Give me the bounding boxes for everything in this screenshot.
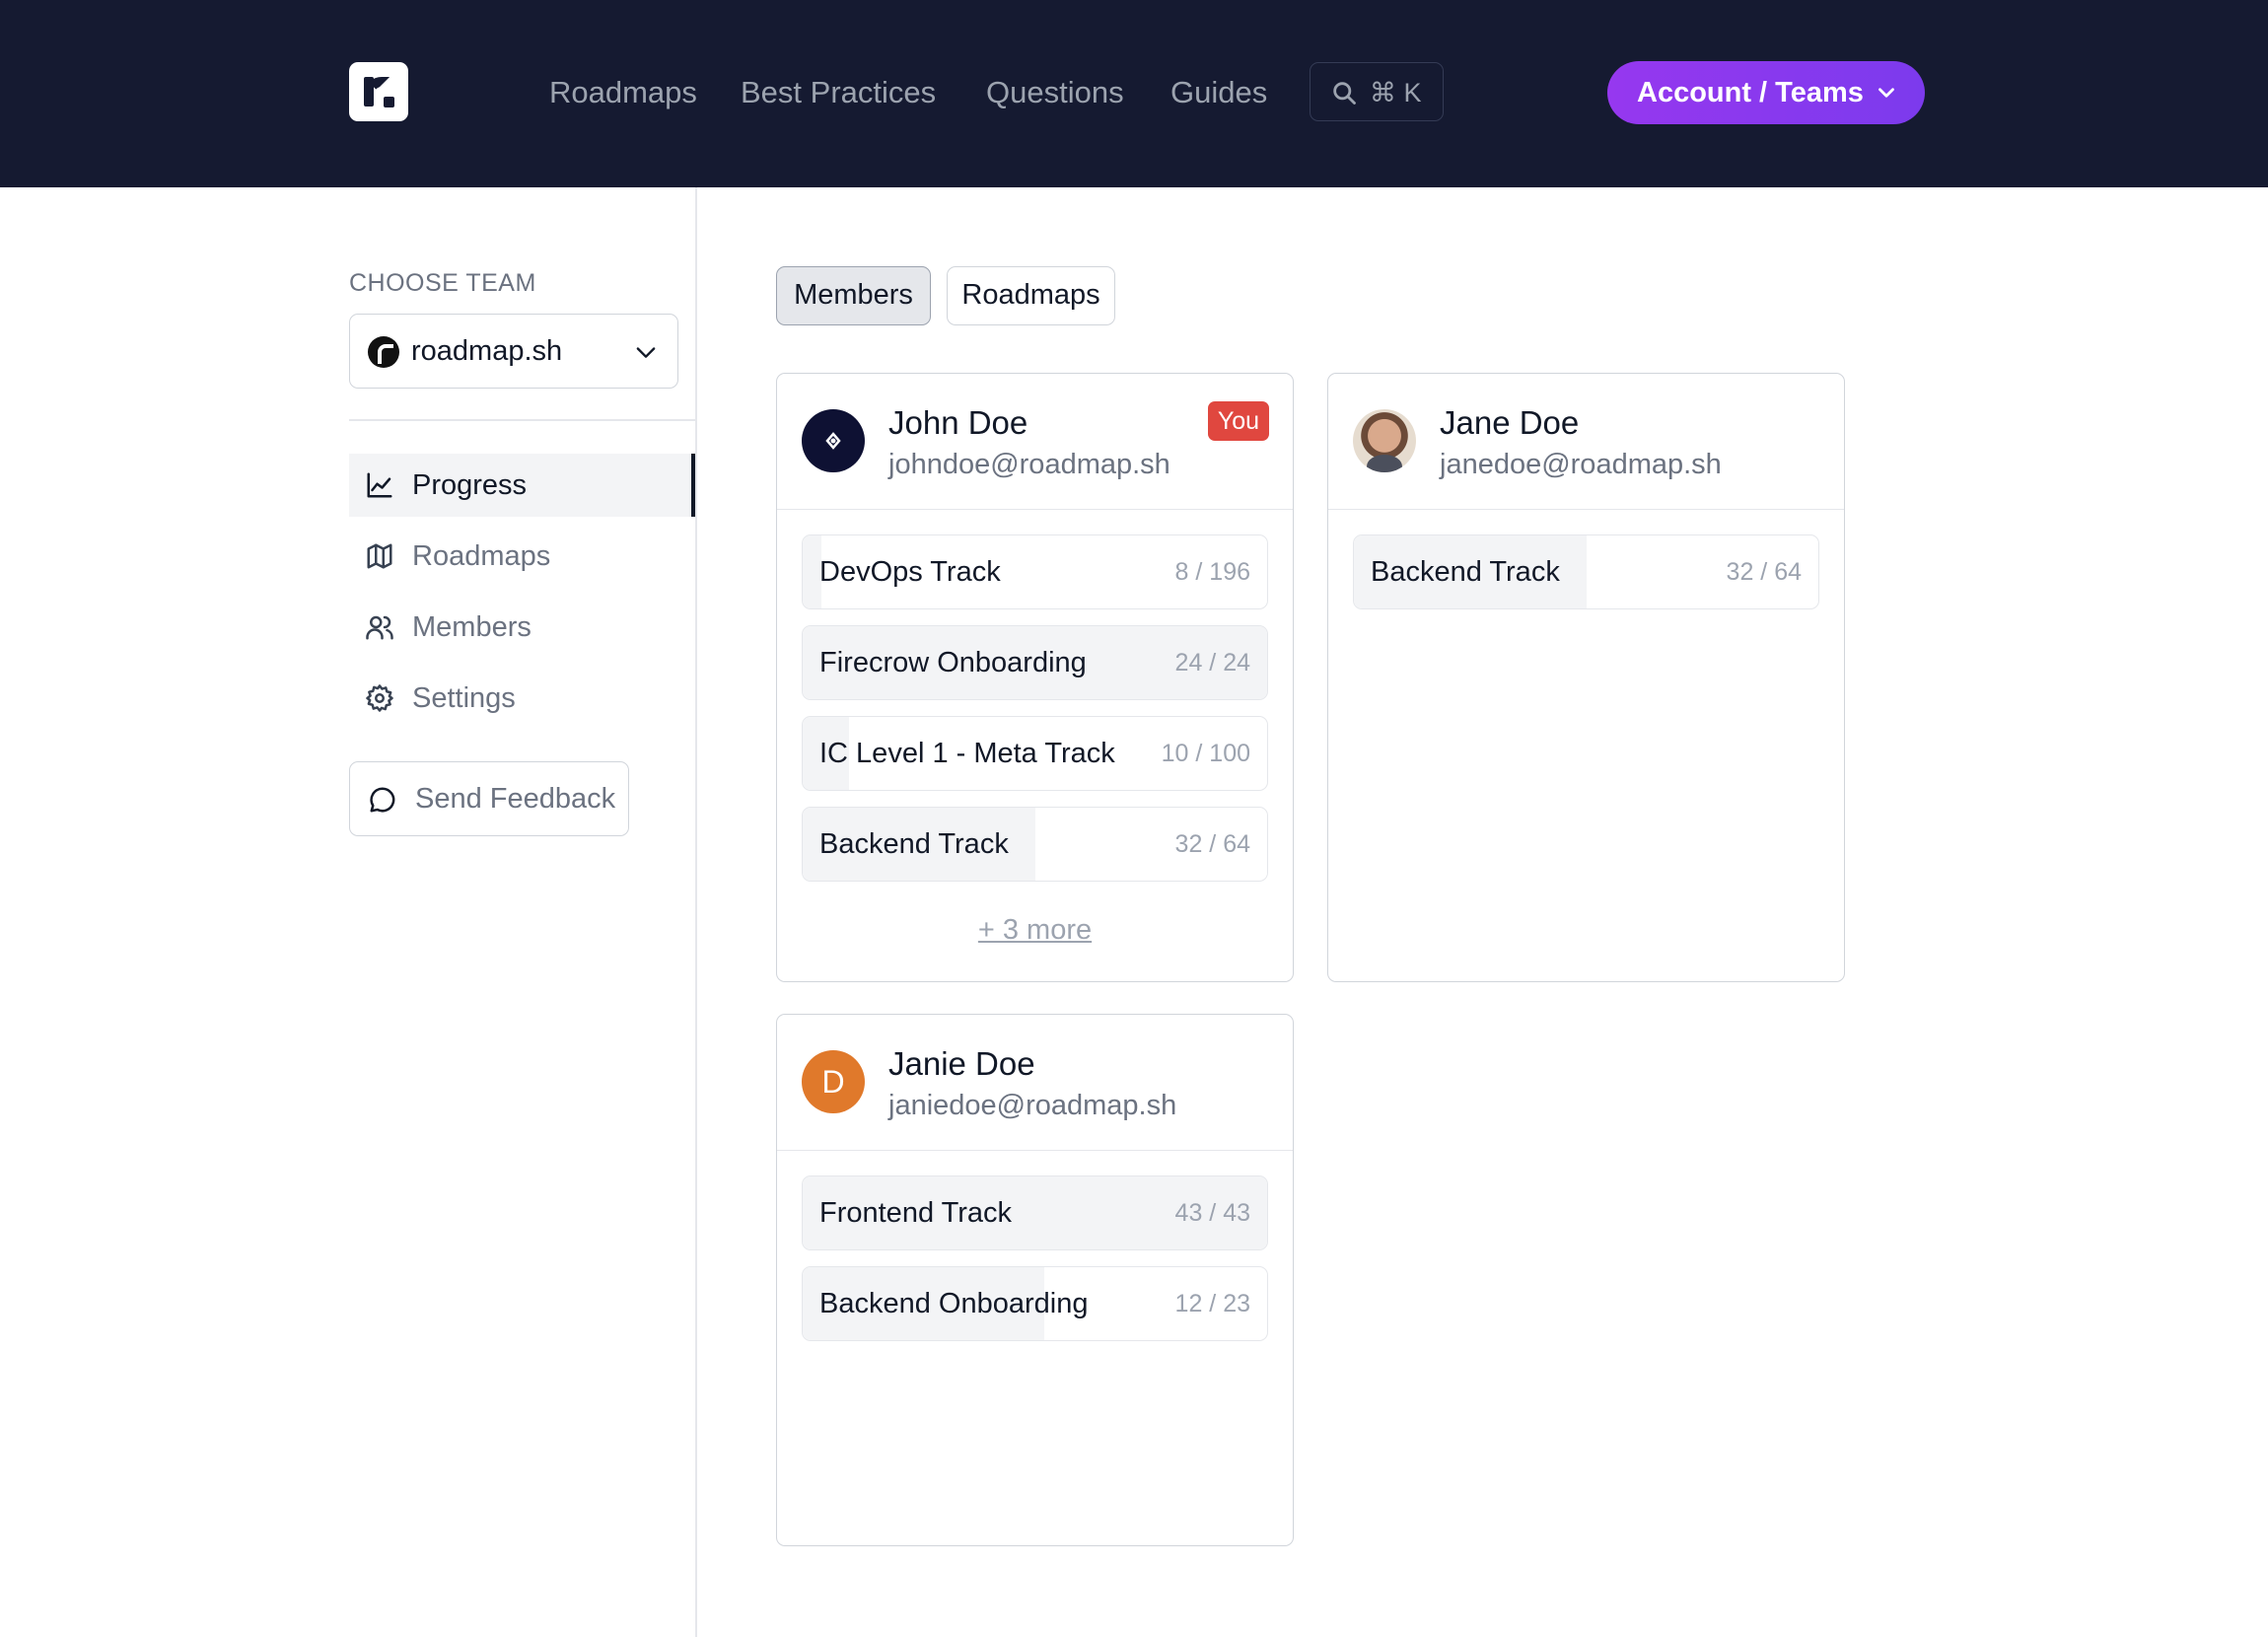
sidebar-item-label: Settings	[412, 682, 516, 714]
sidebar-item-settings[interactable]: Settings	[349, 667, 695, 730]
account-teams-dropdown[interactable]: Account / Teams	[1607, 61, 1925, 124]
track-item[interactable]: IC Level 1 - Meta Track 10 / 100	[802, 716, 1268, 791]
sidebar-item-roadmaps[interactable]: Roadmaps	[349, 525, 695, 588]
sidebar-item-label: Roadmaps	[412, 540, 551, 572]
tab-members[interactable]: Members	[776, 266, 931, 325]
avatar: D	[802, 1050, 865, 1113]
nav-link-questions[interactable]: Questions	[986, 73, 1124, 112]
top-navigation: Roadmaps Best Practices Questions Guides…	[0, 0, 2268, 187]
map-icon	[367, 543, 392, 569]
track-name: Firecrow Onboarding	[819, 647, 1087, 678]
avatar	[802, 409, 865, 472]
search-icon	[1333, 82, 1356, 105]
track-name: Backend Onboarding	[819, 1288, 1089, 1319]
team-logo-icon	[368, 336, 399, 368]
track-item[interactable]: Firecrow Onboarding 24 / 24	[802, 625, 1268, 700]
member-name: Jane Doe	[1440, 404, 1580, 441]
avatar-logo-icon	[825, 432, 841, 450]
track-count: 32 / 64	[1174, 830, 1250, 858]
track-progress-fill	[803, 535, 821, 608]
track-item[interactable]: Backend Track 32 / 64	[1353, 534, 1819, 609]
sidebar-item-progress[interactable]: Progress	[349, 454, 695, 517]
sidebar-item-label: Members	[412, 611, 532, 643]
gear-icon	[366, 684, 393, 712]
sidebar-divider	[695, 187, 697, 1637]
search-shortcut: ⌘ K	[1370, 78, 1422, 107]
track-item[interactable]: Backend Onboarding 12 / 23	[802, 1266, 1268, 1341]
sidebar-item-label: Progress	[412, 469, 528, 501]
track-name: Backend Track	[819, 828, 1009, 860]
chevron-down-icon	[636, 347, 656, 358]
member-email: janedoe@roadmap.sh	[1440, 449, 1722, 480]
track-name: Backend Track	[1371, 556, 1560, 588]
send-feedback-label: Send Feedback	[415, 783, 616, 815]
chart-line-icon	[367, 472, 392, 498]
member-email: johndoe@roadmap.sh	[888, 449, 1170, 480]
track-count: 24 / 24	[1174, 649, 1250, 676]
track-count: 12 / 23	[1174, 1290, 1250, 1317]
account-teams-label: Account / Teams	[1637, 77, 1864, 108]
sidebar-separator	[349, 419, 695, 421]
member-email: janiedoe@roadmap.sh	[888, 1090, 1177, 1121]
member-name: Janie Doe	[888, 1045, 1035, 1082]
member-card: John Doe johndoe@roadmap.sh You DevOps T…	[776, 373, 1294, 982]
search-button[interactable]: ⌘ K	[1310, 62, 1444, 121]
tab-roadmaps[interactable]: Roadmaps	[947, 266, 1115, 325]
track-count: 8 / 196	[1174, 558, 1250, 586]
avatar	[1353, 409, 1416, 472]
users-icon	[366, 615, 393, 640]
nav-link-roadmaps[interactable]: Roadmaps	[549, 73, 697, 112]
track-item[interactable]: Backend Track 32 / 64	[802, 807, 1268, 882]
track-item[interactable]: Frontend Track 43 / 43	[802, 1175, 1268, 1250]
member-card-header: Jane Doe janedoe@roadmap.sh	[1328, 374, 1844, 510]
member-card: D Janie Doe janiedoe@roadmap.sh Frontend…	[776, 1014, 1294, 1546]
track-count: 10 / 100	[1161, 740, 1250, 767]
track-count: 32 / 64	[1726, 558, 1802, 586]
member-card: Jane Doe janedoe@roadmap.sh Backend Trac…	[1327, 373, 1845, 982]
member-card-header: John Doe johndoe@roadmap.sh You	[777, 374, 1293, 510]
chat-bubble-icon	[370, 787, 395, 813]
track-count: 43 / 43	[1174, 1199, 1250, 1227]
track-name: IC Level 1 - Meta Track	[819, 738, 1115, 769]
sidebar-item-members[interactable]: Members	[349, 596, 695, 659]
nav-link-best-practices[interactable]: Best Practices	[741, 73, 936, 112]
send-feedback-button[interactable]: Send Feedback	[349, 761, 629, 836]
track-name: DevOps Track	[819, 556, 1001, 588]
team-name: roadmap.sh	[411, 335, 563, 367]
roadmap-logo[interactable]	[349, 62, 408, 121]
track-item[interactable]: DevOps Track 8 / 196	[802, 534, 1268, 609]
track-name: Frontend Track	[819, 1197, 1013, 1229]
chevron-down-icon	[1878, 88, 1894, 98]
member-name: John Doe	[888, 404, 1028, 441]
you-badge: You	[1207, 401, 1269, 441]
member-card-header: D Janie Doe janiedoe@roadmap.sh	[777, 1015, 1293, 1151]
team-select[interactable]: roadmap.sh	[349, 314, 678, 389]
more-tracks-link[interactable]: + 3 more	[777, 911, 1293, 949]
choose-team-label: CHOOSE TEAM	[349, 269, 536, 297]
nav-link-guides[interactable]: Guides	[1170, 73, 1267, 112]
